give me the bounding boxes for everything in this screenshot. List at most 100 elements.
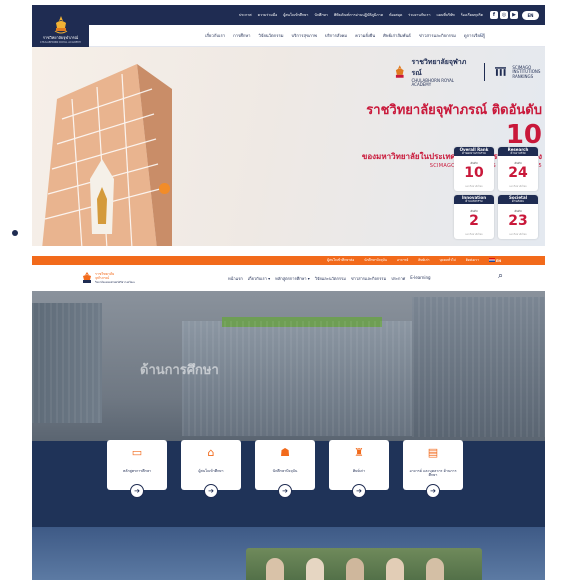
building-left [32,303,102,423]
college-nav-links: หน้าแรก เกี่ยวกับเรา ▾ หลักสูตรการศึกษา … [228,275,431,282]
nav-item[interactable]: เกี่ยวกับเรา [205,32,225,39]
quick-card-students[interactable]: ☗ นักศึกษาปัจจุบัน ➔ [255,440,315,498]
language-switch[interactable]: EN [488,258,501,263]
quick-card-label: นักศึกษาปัจจุบัน [272,469,298,473]
search-icon[interactable]: ⌕ [498,271,503,281]
utility-link[interactable]: ผู้สนใจเข้าศึกษา [283,12,308,18]
utility-link[interactable]: ร้องเรียนทุจริต [461,12,483,18]
hero-title: ด้านการศึกษา [140,363,219,378]
carousel-marker[interactable] [159,183,170,194]
nav-item[interactable]: ประกาศ [391,275,405,282]
utility-link[interactable]: แผนที่บริษัท [436,12,454,18]
crown-emblem-icon [395,65,404,79]
audience-link[interactable]: นักศึกษาปัจจุบัน [364,258,387,263]
language-toggle[interactable]: EN [522,10,539,20]
arrow-right-icon[interactable]: ➔ [352,484,366,498]
nav-item[interactable]: ข่าวสารและกิจกรรม [419,32,456,39]
crown-emblem-icon [54,16,67,34]
quick-card-label: ผู้สนใจเข้าศึกษา [198,469,224,473]
utility-link[interactable]: พิพิธภัณฑ์การอ่านปฏิบัติภูมิภาค [334,12,383,18]
quick-card-alumni[interactable]: ♜ ศิษย์เก่า ➔ [329,440,389,498]
audience-link[interactable]: ผู้สนใจเข้าศึกษาต่อ [327,258,354,263]
rank-cards: Overall Rank ด้านผลงานภาพรวม อันดับ 10 มห… [454,147,538,239]
hero-brand-en: CHULABHORN ROYAL ACADEMY [411,78,455,88]
nav-item[interactable]: E-learning [410,275,430,282]
partner-name: SCIMAGO INSTITUTIONS RANKINGS [512,64,541,79]
quick-card-faculty[interactable]: ▤ อาจารย์ และบุคลากร ด้านการศึกษา ➔ [403,440,463,498]
hero-brand-row: ราชวิทยาลัยจุฬาภรณ์ CHULABHORN ROYAL ACA… [394,57,545,88]
utility-link[interactable]: ประกาศ [239,12,252,18]
utility-link[interactable]: ความร่วมมือ [258,12,278,18]
rank-note: มหาวิทยาลัยไทย [465,233,483,236]
nav-item[interactable]: บริการสุขภาพ [292,32,317,39]
nav-item[interactable]: เกี่ยวกับเรา ▾ [248,275,270,282]
rank-note: มหาวิทยาลัยไทย [509,233,527,236]
news-section [32,527,545,580]
arrow-right-icon[interactable]: ➔ [426,484,440,498]
rank-value: 24 [508,165,528,181]
headline-line1: ราชวิทยาลัยจุฬาภรณ์ ติดอันดับ [366,103,542,118]
nav-item[interactable]: วิจัยนวัตกรรม [259,32,284,39]
quick-card-label: อาจารย์ และบุคลากร ด้านการศึกษา [409,469,457,478]
nav-item[interactable]: การศึกษา [233,32,250,39]
building-illustration [42,64,172,246]
audience-link[interactable]: อาจารย์ [397,258,408,263]
arrow-right-icon[interactable]: ➔ [204,484,218,498]
nav-item[interactable]: บริการสังคม [325,32,347,39]
graduate-person-icon: ⌂ [207,446,215,459]
nav-item[interactable]: วิจัยและนวัตกรรม [315,275,346,282]
divider [483,63,485,82]
top-utility-bar: ประกาศ ความร่วมมือ ผู้สนใจเข้าศึกษา นักศ… [32,5,545,25]
nav-item[interactable]: ความยั่งยืน [355,32,375,39]
nav-item[interactable]: หน้าแรก [228,275,243,282]
rank-value: 10 [464,165,484,181]
college-logo[interactable]: ราชวิทยาลัย จุฬาภรณ์ วิทยาลัยแพทยศาสตร์ศ… [82,272,135,284]
arrow-right-icon[interactable]: ➔ [278,484,292,498]
alumni-icon: ♜ [354,446,364,459]
social-icons: f ◎ ▶ [490,11,518,19]
utility-link[interactable]: ร่วมงานกับเรา [408,12,430,18]
rank-value: 2 [469,213,479,229]
youtube-icon[interactable]: ▶ [510,11,518,19]
search-icon[interactable]: ⌕ [479,30,484,40]
logo-line: วิทยาลัยแพทยศาสตร์ศรีสวางควัฒน [95,280,135,284]
rank-category-th: ด้านสังคม [511,199,525,204]
monitor-icon: ▭ [131,446,143,459]
students-icon: ☗ [280,446,290,459]
nav-item[interactable]: ข่าวสารและกิจกรรม [351,275,386,282]
audience-link[interactable]: ติดต่อเรา [466,258,479,263]
quick-card-label: หลักสูตรการศึกษา [122,469,152,473]
rank-card: Overall Rank ด้านผลงานภาพรวม อันดับ 10 มห… [454,147,494,191]
college-nav: ราชวิทยาลัย จุฬาภรณ์ วิทยาลัยแพทยศาสตร์ศ… [32,265,545,291]
group-photo[interactable] [246,548,482,580]
rank-category-th: ด้านงานวิจัย [510,151,526,156]
headline-rank: 10 [505,120,542,150]
audience-link[interactable]: บุคคลทั่วไป [439,258,455,263]
utility-link[interactable]: นักศึกษา [314,12,327,18]
facebook-icon[interactable]: f [490,11,498,19]
rank-value: 23 [508,213,528,229]
teacher-board-icon: ▤ [427,446,439,459]
arrow-right-icon[interactable]: ➔ [130,484,144,498]
accessibility-icon[interactable] [12,230,18,236]
instagram-icon[interactable]: ◎ [500,11,508,19]
rank-category-th: ด้านนวัตกรรม [465,199,483,204]
rank-card: Research ด้านงานวิจัย อันดับ 24 มหาวิทยาล… [498,147,538,191]
audience-link[interactable]: ศิษย์เก่า [418,258,429,263]
rank-category-th: ด้านผลงานภาพรวม [462,151,486,156]
quick-links: ▭ หลักสูตรการศึกษา ➔ ⌂ ผู้สนใจเข้าศึกษา … [107,440,463,498]
nav-item[interactable]: ศิษย์เก่าสัมพันธ์ [383,32,411,39]
rank-note: มหาวิทยาลัยไทย [465,185,483,188]
quick-card-curriculum[interactable]: ▭ หลักสูตรการศึกษา ➔ [107,440,167,498]
hero-brand-title: ราชวิทยาลัยจุฬาภรณ์ [411,58,467,77]
rank-card: Societal ด้านสังคม อันดับ 23 มหาวิทยาลัยไ… [498,195,538,239]
hero-banner[interactable]: ราชวิทยาลัยจุฬาภรณ์ CHULABHORN ROYAL ACA… [32,47,545,246]
quick-card-applicants[interactable]: ⌂ ผู้สนใจเข้าศึกษา ➔ [181,440,241,498]
building-right [412,297,545,437]
scimago-columns-icon [494,67,507,77]
quick-card-label: ศิษย์เก่า [352,469,366,473]
nav-item[interactable]: หลักสูตรการศึกษา ▾ [275,275,310,282]
utility-link[interactable]: ห้องสมุด [389,12,402,18]
site-logo[interactable]: ราชวิทยาลัยจุฬาภรณ์ CHULABHORN ROYAL ACA… [32,5,89,47]
crown-emblem-icon [83,272,91,283]
